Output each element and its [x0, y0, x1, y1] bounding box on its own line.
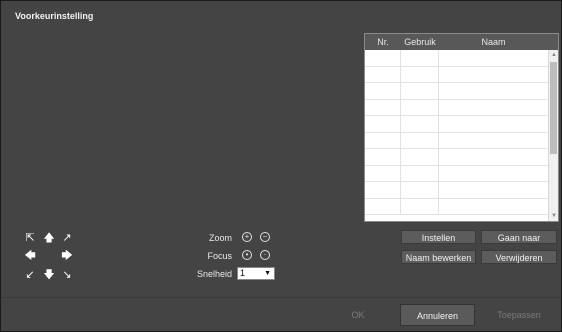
cell-name — [439, 67, 548, 83]
speed-select[interactable]: 1 ▼ — [237, 267, 275, 280]
table-body — [365, 50, 548, 215]
zoom-in-icon[interactable]: + — [242, 232, 252, 242]
ok-button[interactable]: OK — [321, 304, 395, 326]
goto-preset-button[interactable]: Gaan naar — [481, 230, 557, 244]
column-header-name: Naam — [481, 37, 506, 47]
dialog-title: Voorkeurinstelling — [15, 11, 94, 21]
cancel-button[interactable]: Annuleren — [400, 304, 475, 326]
table-row[interactable] — [365, 83, 548, 100]
scroll-down-icon[interactable]: ▼ — [549, 211, 558, 221]
arrow-down-icon[interactable]: 🡇 — [43, 269, 55, 281]
arrow-down-left-icon[interactable]: ↙ — [24, 269, 36, 281]
cell-name — [439, 50, 548, 66]
table-row[interactable] — [365, 182, 548, 199]
table-row[interactable] — [365, 50, 548, 67]
scroll-up-icon[interactable]: ▲ — [549, 50, 558, 60]
cell-name — [439, 133, 548, 149]
speed-label: Snelheid — [196, 269, 232, 279]
cell-number — [365, 66, 401, 82]
chevron-down-icon: ▼ — [264, 270, 271, 277]
cell-usage — [401, 99, 439, 115]
arrow-right-icon[interactable]: 🡆 — [61, 250, 73, 262]
cell-number — [365, 198, 401, 214]
cell-number — [365, 99, 401, 115]
table-row[interactable] — [365, 149, 548, 166]
arrow-down-right-icon[interactable]: ↘ — [61, 269, 73, 281]
delete-preset-button[interactable]: Verwijderen — [481, 250, 557, 264]
cell-name — [439, 116, 548, 132]
cell-usage — [401, 50, 439, 66]
cell-usage — [401, 198, 439, 214]
zoom-label: Zoom — [208, 233, 232, 243]
cell-name — [439, 83, 548, 99]
cell-number — [365, 50, 401, 66]
focus-far-icon[interactable]: · — [260, 250, 270, 260]
cell-name — [439, 100, 548, 116]
cell-number — [365, 182, 401, 198]
cell-usage — [401, 182, 439, 198]
table-row[interactable] — [365, 132, 548, 149]
table-row[interactable] — [365, 66, 548, 83]
arrow-up-icon[interactable]: 🡅 — [43, 232, 55, 244]
table-row[interactable] — [365, 99, 548, 116]
cell-number — [365, 83, 401, 99]
arrow-up-right-icon[interactable]: ↗ — [61, 232, 73, 244]
cell-number — [365, 149, 401, 165]
cell-usage — [401, 132, 439, 148]
column-header-number: Nr. — [377, 37, 389, 47]
cell-number — [365, 116, 401, 132]
zoom-out-icon[interactable]: − — [260, 232, 270, 242]
arrow-left-icon[interactable]: 🡄 — [24, 250, 36, 262]
cell-name — [439, 182, 548, 198]
cell-number — [365, 165, 401, 181]
table-scrollbar[interactable]: ▲ ▼ — [548, 50, 558, 221]
cell-usage — [401, 149, 439, 165]
cell-usage — [401, 66, 439, 82]
scrollbar-thumb[interactable] — [550, 62, 557, 154]
table-row[interactable] — [365, 116, 548, 133]
column-header-usage: Gebruik — [404, 37, 436, 47]
preset-dialog: Voorkeurinstelling Nr. Gebruik Naam ▲ ▼ … — [0, 0, 562, 332]
focus-near-icon[interactable]: • — [242, 250, 252, 260]
cell-usage — [401, 165, 439, 181]
cell-usage — [401, 83, 439, 99]
table-header: Nr. Gebruik Naam — [365, 34, 558, 50]
rename-preset-button[interactable]: Naam bewerken — [401, 250, 476, 264]
footer-divider — [1, 297, 561, 298]
cell-name — [439, 149, 548, 165]
set-preset-button[interactable]: Instellen — [401, 230, 476, 244]
arrow-up-left-icon[interactable]: ⇱ — [24, 232, 36, 244]
focus-label: Focus — [207, 251, 232, 261]
table-row[interactable] — [365, 165, 548, 182]
cell-usage — [401, 116, 439, 132]
speed-value: 1 — [240, 268, 246, 278]
preset-table[interactable]: Nr. Gebruik Naam ▲ ▼ — [364, 33, 559, 222]
cell-name — [439, 199, 548, 215]
table-row[interactable] — [365, 198, 548, 215]
cell-name — [439, 166, 548, 182]
cell-number — [365, 132, 401, 148]
apply-button[interactable]: Toepassen — [481, 304, 557, 326]
